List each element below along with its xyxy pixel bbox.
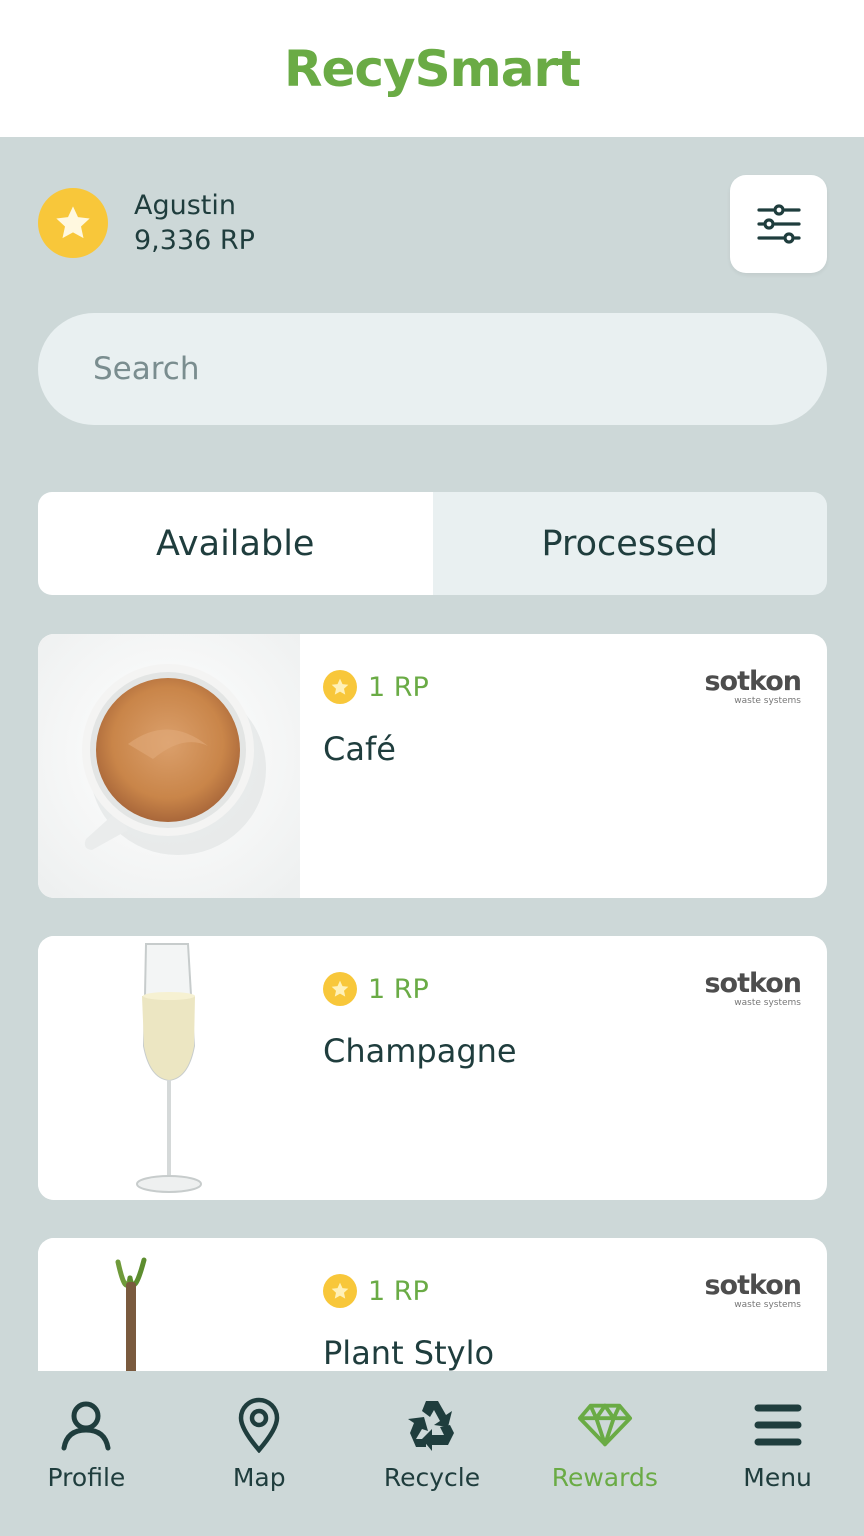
star-icon <box>323 670 357 704</box>
tab-processed[interactable]: Processed <box>432 492 827 595</box>
app-header: RecySmart <box>0 0 864 137</box>
tab-available[interactable]: Available <box>38 492 433 595</box>
brand-name: sotkon <box>704 666 802 697</box>
nav-label: Map <box>232 1463 286 1492</box>
reward-title: Café <box>323 730 396 768</box>
brand-subtitle: waste systems <box>734 998 801 1008</box>
reward-card[interactable]: 1 RP Champagne sotkon waste systems <box>38 936 827 1200</box>
reward-card[interactable]: 1 RP Café sotkon waste systems <box>38 634 827 898</box>
tab-bar: Available Processed <box>38 492 827 595</box>
star-icon <box>323 1274 357 1308</box>
user-name: Agustin <box>134 190 236 221</box>
brand-logo: sotkon waste systems <box>704 666 802 707</box>
app-logo: RecySmart <box>283 34 581 104</box>
nav-menu[interactable]: Menu <box>691 1371 864 1536</box>
reward-points: 1 RP <box>323 1274 429 1308</box>
brand-name: sotkon <box>704 968 802 999</box>
brand-name: sotkon <box>704 1270 802 1301</box>
diamond-icon <box>577 1397 633 1453</box>
coffee-cup-image <box>38 634 300 898</box>
nav-label: Recycle <box>383 1463 481 1492</box>
sliders-icon <box>756 204 801 244</box>
reward-points: 1 RP <box>323 670 429 704</box>
user-info: Agustin 9,336 RP <box>134 188 255 258</box>
search-bar[interactable] <box>38 313 827 425</box>
nav-label: Rewards <box>551 1463 658 1492</box>
star-icon <box>323 972 357 1006</box>
bottom-nav: Profile Map Recycle Rewards Menu <box>0 1371 864 1536</box>
recycle-icon <box>404 1397 460 1453</box>
star-icon <box>38 188 108 258</box>
brand-subtitle: waste systems <box>734 696 801 706</box>
nav-label: Menu <box>743 1463 812 1492</box>
filter-button[interactable] <box>730 175 827 273</box>
search-input[interactable] <box>93 351 773 387</box>
user-summary: Agustin 9,336 RP <box>38 188 255 258</box>
user-points: 9,336 RP <box>134 225 255 256</box>
reward-title: Champagne <box>323 1032 517 1070</box>
brand-logo: sotkon waste systems <box>704 968 802 1009</box>
nav-label: Profile <box>47 1463 126 1492</box>
map-pin-icon <box>231 1397 287 1453</box>
reward-points-value: 1 RP <box>368 671 429 703</box>
nav-rewards[interactable]: Rewards <box>518 1371 691 1536</box>
nav-profile[interactable]: Profile <box>0 1371 173 1536</box>
user-icon <box>58 1397 114 1453</box>
champagne-glass-image <box>38 936 300 1200</box>
brand-subtitle: waste systems <box>734 1300 801 1310</box>
reward-points: 1 RP <box>323 972 429 1006</box>
brand-logo: sotkon waste systems <box>704 1270 802 1311</box>
app-logo-text: RecySmart <box>283 39 581 98</box>
reward-points-value: 1 RP <box>368 973 429 1005</box>
reward-points-value: 1 RP <box>368 1275 429 1307</box>
nav-map[interactable]: Map <box>173 1371 346 1536</box>
reward-title: Plant Stylo <box>323 1334 495 1372</box>
hamburger-icon <box>750 1397 806 1453</box>
nav-recycle[interactable]: Recycle <box>346 1371 519 1536</box>
